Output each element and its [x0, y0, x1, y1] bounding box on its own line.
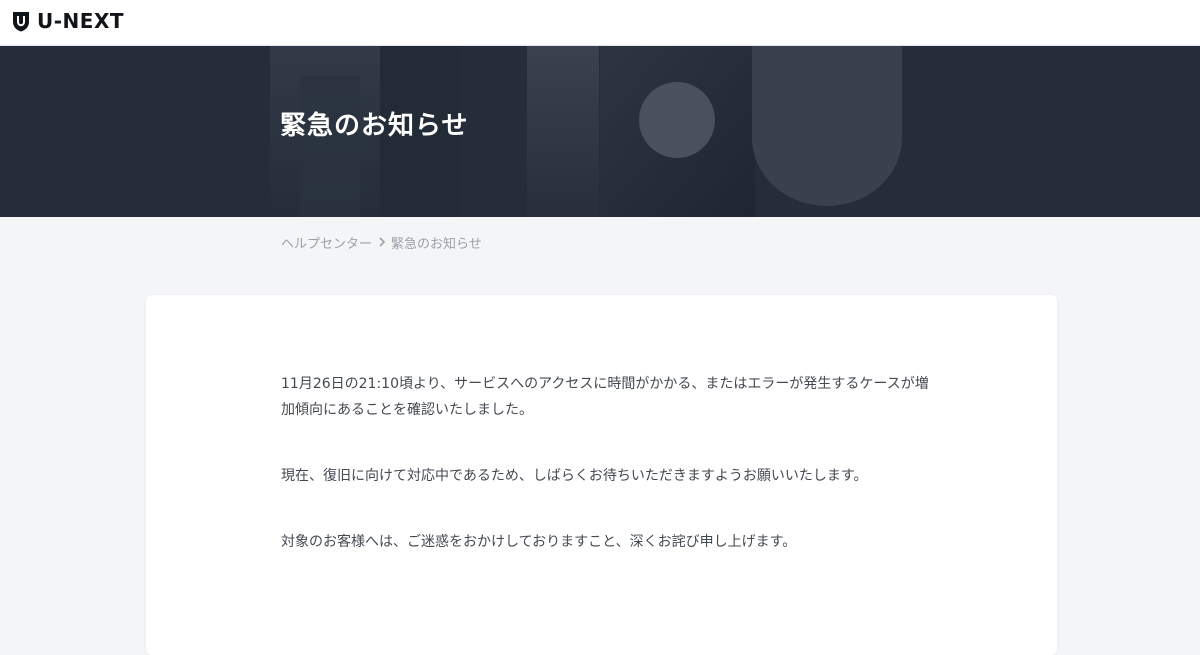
page-hero-banner: 緊急のお知らせ [0, 46, 1200, 217]
page-title: 緊急のお知らせ [280, 111, 469, 141]
notice-card: 11月26日の21:10頃より、サービスへのアクセスに時間がかかる、またはエラー… [146, 295, 1057, 655]
breadcrumb: ヘルプセンター 緊急のお知らせ [281, 233, 482, 252]
shield-icon [13, 11, 29, 31]
home-logo-link[interactable]: U-NEXT [12, 9, 124, 33]
logo-text: U-NEXT [37, 9, 125, 33]
breadcrumb-help-center-link[interactable]: ヘルプセンター [281, 233, 372, 252]
notice-paragraph: 対象のお客様へは、ご迷惑をおかけしておりますこと、深くお詫び申し上げます。 [281, 534, 797, 550]
breadcrumb-current-page: 緊急のお知らせ [391, 236, 482, 252]
notice-paragraph: 現在、復旧に向けて対応中であるため、しばらくお待ちいただきますようお願いいたしま… [281, 468, 868, 484]
chevron-right-icon [379, 237, 386, 247]
notice-paragraph: 11月26日の21:10頃より、サービスへのアクセスに時間がかかる、またはエラー… [281, 376, 929, 418]
hero-decoration [270, 46, 902, 217]
top-navigation-bar: U-NEXT [0, 0, 1200, 46]
